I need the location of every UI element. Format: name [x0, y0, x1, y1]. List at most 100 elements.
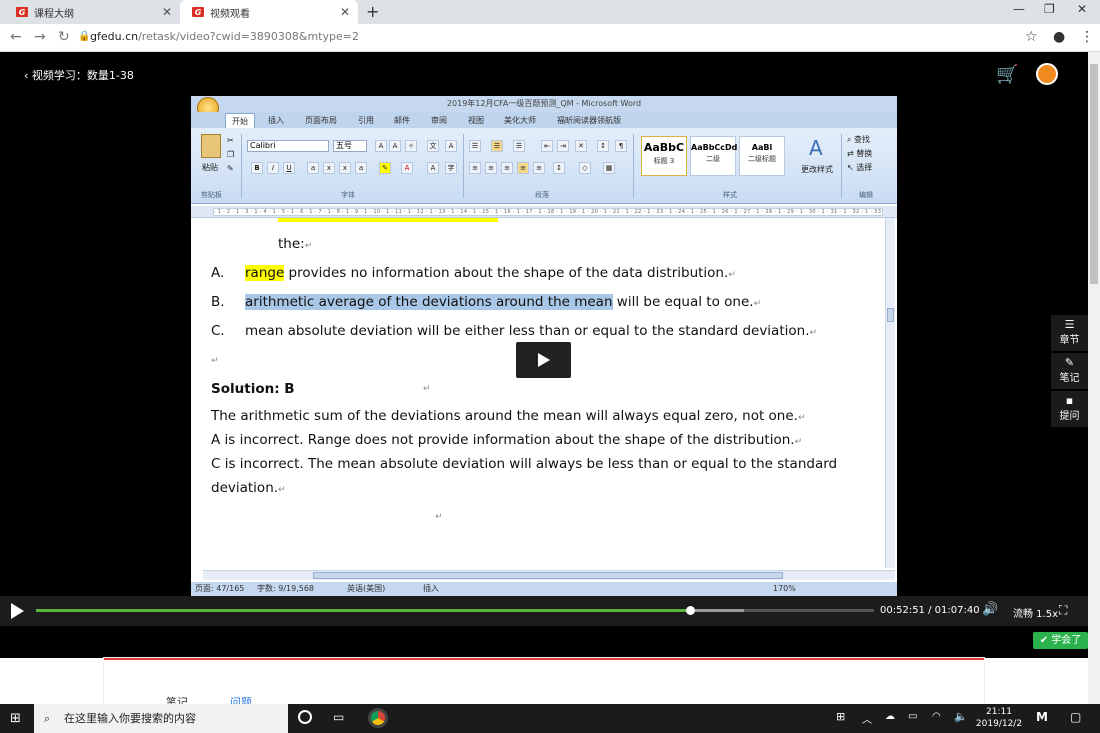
page-scrollbar[interactable] — [1088, 52, 1100, 704]
tray-chevron-icon[interactable]: ︿ — [862, 711, 872, 726]
multilevel-list-icon: ☰ — [513, 140, 525, 152]
char-border-icon: A — [445, 140, 457, 152]
chapter-label: 章节 — [1059, 335, 1080, 346]
option-c-text: mean absolute deviation will be either l… — [245, 323, 818, 339]
ribbon-tab-home: 开始 — [225, 113, 255, 129]
numbering-icon: ☰ — [491, 140, 503, 152]
progress-played — [36, 609, 690, 612]
menu-dots-icon[interactable]: ⋮ — [1080, 29, 1094, 45]
play-icon — [538, 353, 550, 367]
ribbon-tab-view: 视图 — [468, 116, 484, 125]
pencil-icon: ✎ — [1064, 356, 1075, 369]
group-editing-label: 编辑 — [859, 191, 873, 199]
back-arrow-icon[interactable]: ← — [10, 29, 22, 45]
doc-line-the: the:↵ — [278, 236, 313, 252]
taskbar-clock[interactable]: 21:11 2019/12/2 — [972, 706, 1026, 730]
cortana-icon[interactable] — [298, 710, 312, 724]
clear-format-icon: ✧ — [405, 140, 417, 152]
change-styles-label: 更改样式 — [801, 165, 833, 174]
gf-favicon-icon: G — [16, 7, 28, 17]
cart-icon[interactable]: 🛒 — [996, 64, 1018, 85]
replace-item: ⇄ 替换 — [847, 149, 873, 158]
paste-label: 粘贴 — [202, 163, 218, 172]
volume-icon[interactable]: 🔊 — [982, 602, 998, 617]
maximize-icon[interactable]: ❐ — [1044, 2, 1055, 16]
battery-icon[interactable]: ▭ — [908, 711, 917, 722]
task-view-icon[interactable]: ▭ — [333, 710, 344, 724]
notes-button[interactable]: ✎ 笔记 — [1051, 353, 1088, 389]
style-level2-title: AaBl 二级标题 — [739, 136, 785, 176]
cut-off-line — [278, 218, 498, 222]
cloud-icon[interactable]: ☁ — [885, 711, 895, 722]
play-pause-icon[interactable] — [11, 603, 24, 619]
tab-course-outline[interactable]: G 课程大纲 ✕ — [4, 0, 180, 24]
progress-handle[interactable] — [685, 606, 695, 615]
avatar[interactable] — [1036, 63, 1058, 85]
bookmark-star-icon[interactable]: ☆ — [1025, 29, 1038, 45]
font-color-icon: A — [401, 162, 413, 174]
fullscreen-icon[interactable]: ⛶ — [1059, 603, 1067, 618]
clock-time: 21:11 — [986, 707, 1012, 717]
shading-icon: ◇ — [579, 162, 591, 174]
paste-icon — [201, 134, 221, 158]
m-app-icon[interactable]: M — [1036, 710, 1048, 724]
speaker-icon[interactable]: 🔈 — [954, 710, 968, 723]
option-a-letter: A. — [211, 265, 225, 281]
align-center-icon: ≡ — [485, 162, 497, 174]
input-method-icon[interactable]: ⊞ — [836, 710, 845, 723]
status-page: 页面: 47/165 — [195, 584, 245, 593]
url-host: gfedu.cn — [90, 30, 139, 43]
taskbar-search-input[interactable]: ⌕ 在这里输入你要搜索的内容 — [34, 704, 288, 733]
close-tab-icon[interactable]: ✕ — [340, 5, 350, 19]
page-title: 视频学习：数量1-38 — [31, 69, 134, 82]
minimize-icon[interactable]: — — [1013, 2, 1025, 16]
speed-selector[interactable]: 流畅 1.5x — [1013, 605, 1058, 620]
account-icon[interactable]: ● — [1053, 29, 1065, 45]
windows-start-icon[interactable]: ⊞ — [10, 711, 21, 726]
status-language: 英语(美国) — [347, 584, 386, 593]
italic-icon: I — [267, 162, 279, 174]
cut-icon: ✂ — [227, 136, 234, 145]
select-item: ↖ 选择 — [847, 163, 873, 172]
tab-video-watch[interactable]: G 视频观看 ✕ — [180, 0, 358, 24]
ask-button[interactable]: ▪ 提问 — [1051, 391, 1088, 427]
paragraph-mark: ↵ — [423, 384, 431, 394]
strikethrough-icon: a — [307, 162, 319, 174]
notification-icon[interactable]: ▢ — [1070, 710, 1081, 724]
chrome-icon[interactable] — [368, 708, 388, 728]
font-size-field: 五号 — [333, 140, 367, 152]
option-c-letter: C. — [211, 323, 225, 339]
center-play-button[interactable] — [516, 342, 571, 378]
reload-icon[interactable]: ↻ — [58, 29, 70, 45]
enclose-char-icon: 字 — [445, 162, 457, 174]
new-tab-icon[interactable]: + — [366, 2, 379, 21]
back-to-course-link[interactable]: ‹ 视频学习：数量1-38 — [24, 67, 134, 83]
superscript-icon: x — [339, 162, 351, 174]
forward-arrow-icon[interactable]: → — [34, 29, 46, 45]
status-words: 字数: 9/19,568 — [257, 584, 315, 593]
ribbon-tab-layout: 页面布局 — [305, 116, 337, 125]
comment-icon: ▪ — [1065, 394, 1074, 407]
url-path: /retask/video?cwid=3890308&mtype=2 — [138, 30, 359, 43]
close-tab-icon[interactable]: ✕ — [162, 5, 172, 19]
option-b-letter: B. — [211, 294, 225, 310]
change-case-icon: a — [355, 162, 367, 174]
search-icon: ⌕ — [44, 712, 51, 725]
menu-lines-icon: ☰ — [1064, 318, 1075, 331]
solution-line-2: A is incorrect. Range does not provide i… — [211, 432, 803, 448]
url-field[interactable]: gfedu.cn/retask/video?cwid=3890308&mtype… — [90, 30, 359, 43]
solution-line-4: deviation.↵ — [211, 480, 286, 496]
ribbon-tab-references: 引用 — [358, 116, 374, 125]
chapter-button[interactable]: ☰ 章节 — [1051, 315, 1088, 351]
sort-icon: ↕ — [597, 140, 609, 152]
learned-button[interactable]: ✔ 学会了 — [1033, 632, 1088, 649]
copy-icon: ❐ — [227, 150, 235, 159]
empty-paragraph-mark: ↵ — [211, 356, 219, 366]
word-title-bar: 2019年12月CFA一级百题预测_QM - Microsoft Word — [191, 96, 897, 112]
gf-favicon-icon: G — [192, 7, 204, 17]
page-header: ‹ 视频学习：数量1-38 🛒 — [0, 52, 1088, 96]
find-item: ⌕ 查找 — [847, 135, 871, 144]
close-window-icon[interactable]: ✕ — [1077, 2, 1087, 16]
wifi-icon[interactable]: ◠ — [932, 711, 941, 722]
highlight-icon: ✎ — [379, 162, 391, 174]
